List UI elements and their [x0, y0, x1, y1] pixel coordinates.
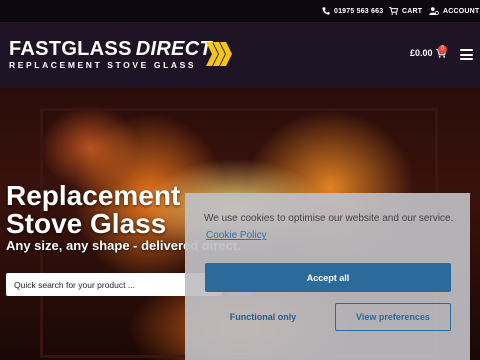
logo-direct: DIRECT [135, 38, 212, 60]
cart-total: £0.00 [410, 48, 433, 58]
logo-wordmark: FASTGLASS [9, 38, 132, 60]
view-preferences-button[interactable]: View preferences [335, 303, 451, 331]
functional-only-button[interactable]: Functional only [205, 303, 321, 331]
top-bar: 01975 563 663 CART ACCOUNT [0, 0, 480, 22]
account-link-label: ACCOUNT [443, 7, 480, 15]
logo-tagline: REPLACEMENT STOVE GLASS [9, 60, 197, 70]
cart-icon [389, 7, 398, 15]
cart-link[interactable]: CART [389, 0, 422, 22]
phone-number: 01975 563 663 [334, 7, 384, 15]
cart-count-badge: 0 [438, 45, 447, 54]
cart-link-label: CART [402, 7, 423, 15]
accept-all-button[interactable]: Accept all [205, 263, 451, 292]
account-link[interactable]: ACCOUNT [429, 0, 479, 22]
cookie-policy-link[interactable]: Cookie Policy [206, 230, 267, 241]
account-icon [429, 7, 439, 15]
phone-link[interactable]: 01975 563 663 [322, 0, 383, 22]
chevrons-logo-icon [206, 42, 232, 66]
cookie-message: We use cookies to optimise our website a… [204, 213, 454, 224]
cookie-banner: We use cookies to optimise our website a… [185, 193, 470, 360]
site-header: FASTGLASS DIRECT REPLACEMENT STOVE GLASS … [0, 22, 480, 88]
hero-title: Replacement Stove Glass [6, 180, 181, 239]
menu-icon [460, 49, 473, 51]
phone-icon [322, 7, 330, 15]
menu-button[interactable] [460, 49, 473, 60]
site-logo[interactable]: FASTGLASS DIRECT REPLACEMENT STOVE GLASS [9, 39, 212, 70]
